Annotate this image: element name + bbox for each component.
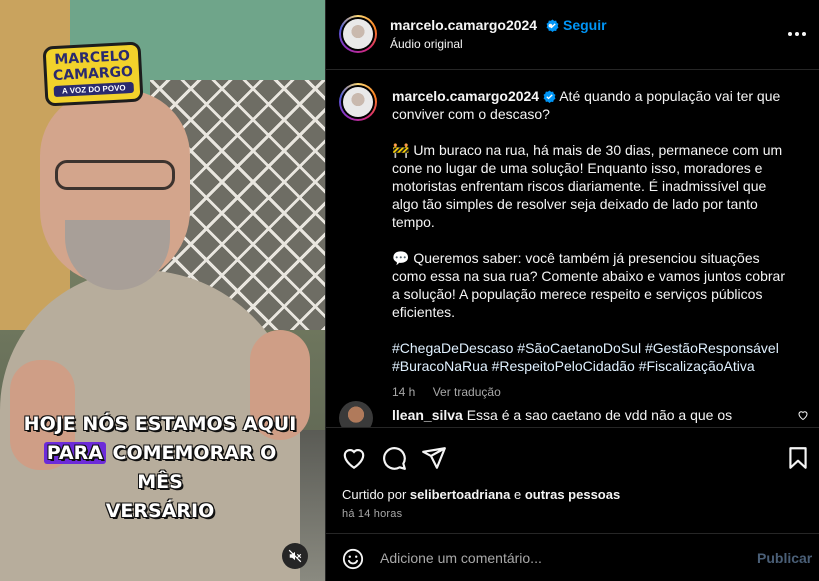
comment-icon[interactable] [381,445,407,471]
post-author-avatar[interactable] [339,83,377,121]
header-separator: • [548,17,553,33]
mute-button[interactable] [282,543,308,569]
comment-input[interactable] [380,546,730,570]
commenter-username[interactable]: llean_silva [392,407,463,423]
add-comment-bar: Publicar [326,533,819,581]
liked-by: Curtido por selibertoadriana e outras pe… [342,487,620,502]
video-caption: HOJE NÓS ESTAMOS AQUI PARA COMEMORAR O M… [20,410,300,526]
follow-button[interactable]: Seguir [563,17,607,33]
audio-label[interactable]: Áudio original [390,37,463,51]
author-avatar[interactable] [339,15,377,53]
caption-line1: HOJE NÓS ESTAMOS AQUI [23,413,297,435]
channel-logo: MARCELO CAMARGO A VOZ DO POVO [42,41,144,107]
caption-line3: VERSÁRIO [105,500,215,522]
logo-line3: A VOZ DO POVO [53,81,135,98]
post-header: marcelo.camargo2024 • Seguir Áudio origi… [326,0,819,70]
publish-button[interactable]: Publicar [757,550,812,566]
post-paragraph2: 💬 Queremos saber: você também já presenc… [392,250,785,320]
see-translation-link[interactable]: Ver tradução [433,385,501,399]
bookmark-icon[interactable] [785,445,811,471]
post-timestamp: há 14 horas [342,508,403,520]
comment-text: llean_silva Essa é a sao caetano de vdd … [392,406,782,427]
liked-by-middle: e [510,487,525,502]
share-icon[interactable] [421,445,447,471]
post-caption: marcelo.camargo2024 Até quando a populaç… [392,87,792,401]
liked-by-prefix: Curtido por [342,487,410,502]
post-meta: 14 h Ver tradução [392,383,792,401]
commenter-avatar[interactable] [339,401,373,427]
header-username[interactable]: marcelo.camargo2024 [390,17,537,33]
post-username[interactable]: marcelo.camargo2024 [392,88,539,104]
caption-highlight: PARA [43,442,106,464]
post-panel: marcelo.camargo2024 • Seguir Áudio origi… [325,0,819,581]
person-glasses [55,160,175,190]
actions-section: Curtido por selibertoadriana e outras pe… [326,427,819,581]
heart-icon[interactable] [797,409,809,421]
emoji-icon[interactable] [342,548,364,570]
heart-icon[interactable] [341,445,367,471]
verified-badge-icon [543,90,556,103]
post-paragraph1: 🚧 Um buraco na rua, há mais de 30 dias, … [392,142,783,230]
post-hashtags[interactable]: #ChegaDeDescaso #SãoCaetanoDoSul #Gestão… [392,339,792,375]
post-time: 14 h [392,385,416,399]
liked-by-others[interactable]: outras pessoas [525,487,620,502]
comments-section[interactable]: marcelo.camargo2024 Até quando a populaç… [326,71,819,427]
header-user: marcelo.camargo2024 [390,17,559,35]
comment-item: llean_silva Essa é a sao caetano de vdd … [339,401,809,427]
more-options-icon[interactable] [788,24,808,44]
speaker-muted-icon [288,549,302,563]
liked-by-user[interactable]: selibertoadriana [410,487,510,502]
caption-line2: PARA COMEMORAR O MÊS [20,439,300,497]
reel-video[interactable]: MARCELO CAMARGO A VOZ DO POVO HOJE NÓS E… [0,0,325,581]
caption-line2-rest: COMEMORAR O MÊS [105,442,277,493]
